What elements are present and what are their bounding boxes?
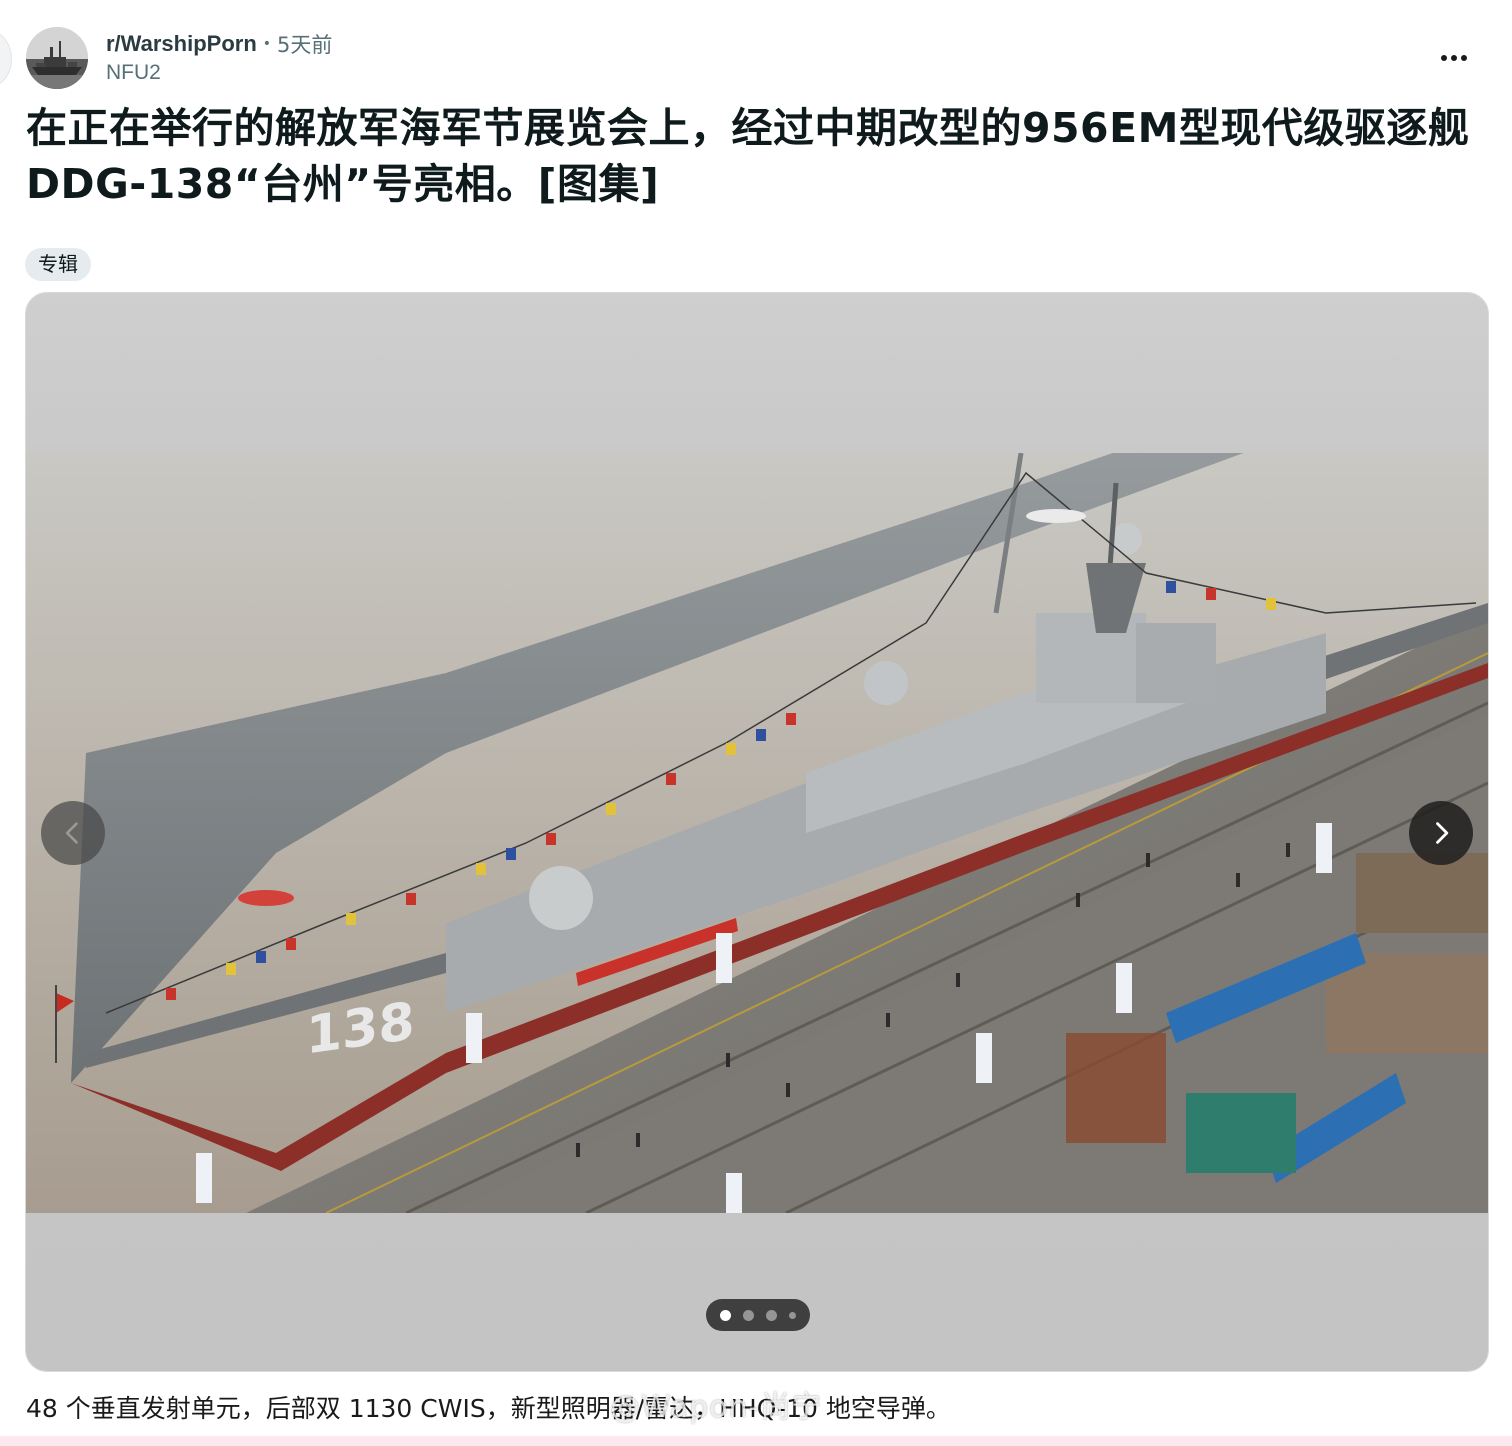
reddit-post-page: r/WarshipPorn • 5天前 NFU2 在正在举行的解放军海军节展览会… xyxy=(0,0,1512,1446)
post-title[interactable]: 在正在举行的解放军海军节展览会上，经过中期改型的956EM型现代级驱逐舰DDG-… xyxy=(26,100,1486,212)
more-horizontal-icon-dot xyxy=(1451,55,1457,61)
pagination-dot-2[interactable] xyxy=(743,1309,754,1321)
post-meta: r/WarshipPorn • 5天前 NFU2 xyxy=(106,29,332,85)
author-link[interactable]: NFU2 xyxy=(106,61,332,85)
gallery-next-button[interactable] xyxy=(1409,801,1473,865)
meta-separator: • xyxy=(262,36,272,52)
post-time: 5天前 xyxy=(277,33,333,57)
pagination-dot-4[interactable] xyxy=(789,1311,796,1319)
gallery-image-destroyer[interactable]: 138 xyxy=(26,453,1488,1213)
more-options-button[interactable] xyxy=(1434,41,1474,75)
meta-row: r/WarshipPorn • 5天前 xyxy=(106,29,332,59)
post-header: r/WarshipPorn • 5天前 NFU2 xyxy=(26,27,1482,91)
bottom-divider xyxy=(0,1436,1512,1446)
more-horizontal-icon-dot xyxy=(1461,55,1467,61)
more-horizontal-icon xyxy=(1441,55,1447,61)
gallery-prev-button[interactable] xyxy=(41,801,105,865)
post-flair[interactable]: 专辑 xyxy=(25,248,91,281)
image-gallery[interactable]: 138 xyxy=(25,292,1489,1372)
subreddit-avatar[interactable] xyxy=(26,27,88,89)
subreddit-link[interactable]: r/WarshipPorn xyxy=(106,31,257,57)
gallery-pagination xyxy=(706,1299,810,1331)
chevron-left-icon xyxy=(65,822,78,844)
chevron-right-icon xyxy=(1436,822,1449,844)
image-watermark: @Wapon-尚宁 xyxy=(610,1390,823,1425)
edge-avatar-fragment xyxy=(0,30,12,88)
pagination-dot-3[interactable] xyxy=(766,1309,777,1321)
pagination-dot-1[interactable] xyxy=(720,1309,731,1321)
